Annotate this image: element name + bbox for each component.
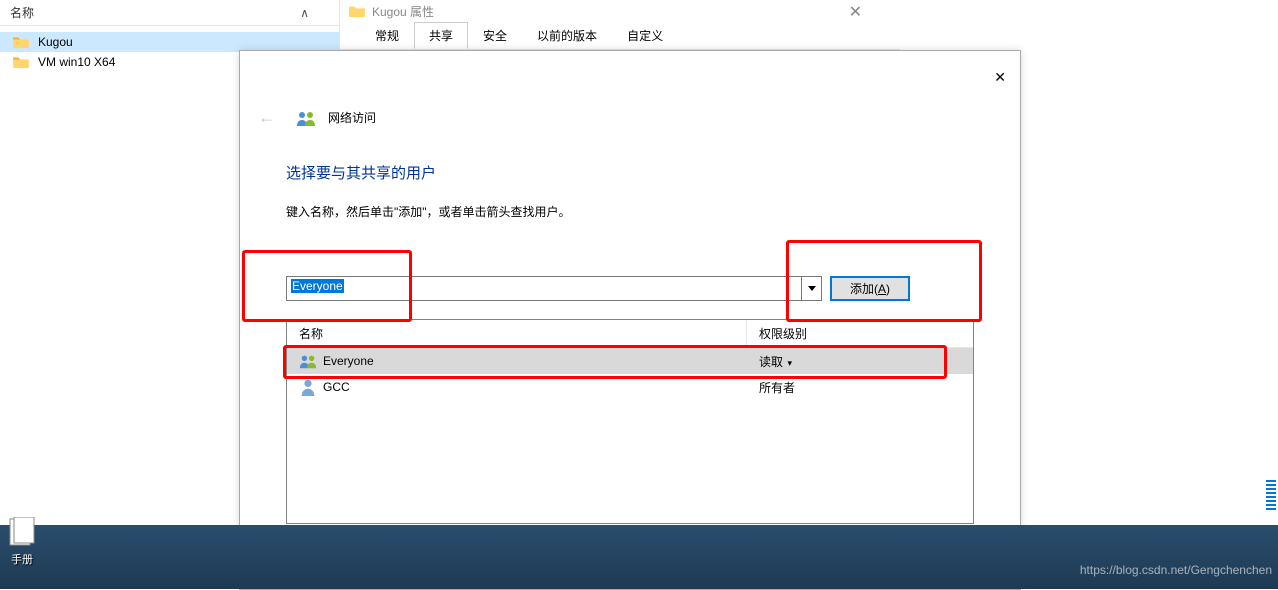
properties-titlebar: Kugou 属性 xyxy=(340,0,900,22)
table-row[interactable]: GCC 所有者 xyxy=(287,374,973,400)
watermark-text: https://blog.csdn.net/Gengchenchen xyxy=(1080,563,1272,577)
group-icon xyxy=(299,352,317,370)
folder-icon xyxy=(348,4,366,18)
dialog-instruction: 键入名称，然后单击"添加"，或者单击箭头查找用户。 xyxy=(286,203,974,220)
dialog-title: 网络访问 xyxy=(328,109,376,126)
network-access-dialog: ✕ ← 网络访问 选择要与其共享的用户 键入名称，然后单击"添加"，或者单击箭头… xyxy=(239,50,1021,590)
row-name: GCC xyxy=(323,380,350,394)
tab-security[interactable]: 安全 xyxy=(468,22,522,49)
dropdown-button[interactable] xyxy=(801,277,821,300)
column-header-name[interactable]: 名称 xyxy=(10,4,34,21)
file-label: VM win10 X64 xyxy=(38,55,115,69)
tab-general[interactable]: 常规 xyxy=(360,22,414,49)
explorer-columns-header: 名称 ∧ xyxy=(0,0,339,26)
dialog-heading: 选择要与其共享的用户 xyxy=(286,162,974,183)
user-input[interactable]: Everyone xyxy=(287,277,801,299)
sort-chevron-icon[interactable]: ∧ xyxy=(300,6,309,20)
properties-title: Kugou 属性 xyxy=(372,3,434,20)
file-label: Kugou xyxy=(38,35,73,49)
file-item[interactable]: Kugou xyxy=(0,32,339,52)
desktop-icon[interactable]: 手册 xyxy=(2,517,42,567)
permission-value: 所有者 xyxy=(759,379,795,396)
properties-window: Kugou 属性 ✕ 常规 共享 安全 以前的版本 自定义 xyxy=(340,0,900,50)
network-access-icon xyxy=(296,108,316,128)
row-name: Everyone xyxy=(323,354,374,368)
column-header-name[interactable]: 名称 xyxy=(287,320,747,347)
taskbar: 手册 https://blog.csdn.net/Gengchenchen xyxy=(0,525,1278,589)
permissions-table: 名称 权限级别 Everyone 读取 xyxy=(286,319,974,524)
user-icon xyxy=(299,378,317,396)
table-row[interactable]: Everyone 读取 xyxy=(287,348,973,374)
folder-icon xyxy=(12,35,30,49)
permission-dropdown[interactable]: 读取 xyxy=(759,353,792,370)
user-combo: Everyone xyxy=(286,276,822,301)
tab-sharing[interactable]: 共享 xyxy=(414,22,468,49)
close-icon[interactable]: ✕ xyxy=(839,0,872,24)
chevron-down-icon xyxy=(808,286,816,291)
grip-icon xyxy=(1266,480,1276,510)
close-button[interactable]: ✕ xyxy=(990,65,1010,90)
tab-customize[interactable]: 自定义 xyxy=(612,22,678,49)
tab-previous-versions[interactable]: 以前的版本 xyxy=(522,22,612,49)
folder-icon xyxy=(12,55,30,69)
add-button[interactable]: 添加(A) xyxy=(830,276,910,301)
properties-tabs: 常规 共享 安全 以前的版本 自定义 xyxy=(340,22,900,49)
column-header-permission[interactable]: 权限级别 xyxy=(747,320,973,347)
back-arrow-icon[interactable]: ← xyxy=(250,103,284,132)
desktop-icon-label: 手册 xyxy=(11,554,33,566)
